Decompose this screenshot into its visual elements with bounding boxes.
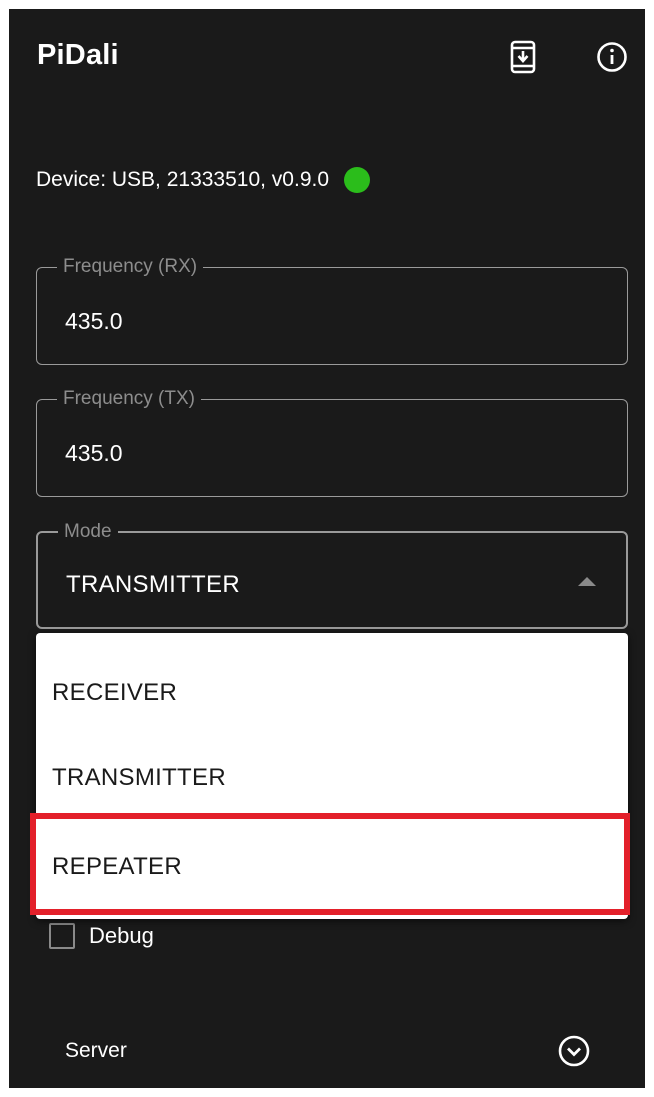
frequency-rx-label: Frequency (RX) — [57, 256, 204, 278]
mode-option-transmitter[interactable]: TRANSMITTER — [52, 764, 226, 792]
frequency-rx-value[interactable]: 435.0 — [65, 308, 123, 335]
install-button[interactable] — [505, 39, 541, 75]
frequency-tx-label: Frequency (TX) — [57, 388, 201, 410]
info-icon — [597, 42, 627, 72]
repeater-highlight-box — [30, 813, 630, 915]
mode-option-receiver[interactable]: RECEIVER — [52, 679, 177, 707]
app-screen: PiDali Device: USB, 21333510, v0.9.0 Fre… — [9, 9, 645, 1088]
frequency-tx-value[interactable]: 435.0 — [65, 440, 123, 467]
chevron-down-circle-icon — [558, 1035, 590, 1067]
server-label: Server — [65, 1039, 127, 1062]
frequency-tx-field[interactable]: Frequency (TX) 435.0 — [36, 388, 628, 497]
mode-select[interactable]: Mode TRANSMITTER — [36, 521, 628, 629]
device-status-text: Device: USB, 21333510, v0.9.0 — [36, 168, 330, 191]
device-status-row: Device: USB, 21333510, v0.9.0 — [36, 167, 371, 193]
info-button[interactable] — [594, 39, 630, 75]
dropdown-arrow-up-icon — [578, 577, 596, 586]
debug-checkbox-row[interactable]: Debug — [49, 923, 154, 949]
mode-selected-value: TRANSMITTER — [66, 571, 240, 598]
frequency-rx-field[interactable]: Frequency (RX) 435.0 — [36, 256, 628, 365]
install-mobile-icon — [510, 40, 536, 74]
status-indicator-dot — [344, 167, 371, 193]
mode-label: Mode — [58, 521, 118, 543]
server-expand-button[interactable] — [556, 1033, 592, 1069]
debug-checkbox[interactable] — [49, 923, 75, 949]
debug-label: Debug — [89, 923, 154, 948]
server-section-header[interactable]: Server — [9, 1019, 645, 1079]
app-title: PiDali — [37, 39, 119, 71]
